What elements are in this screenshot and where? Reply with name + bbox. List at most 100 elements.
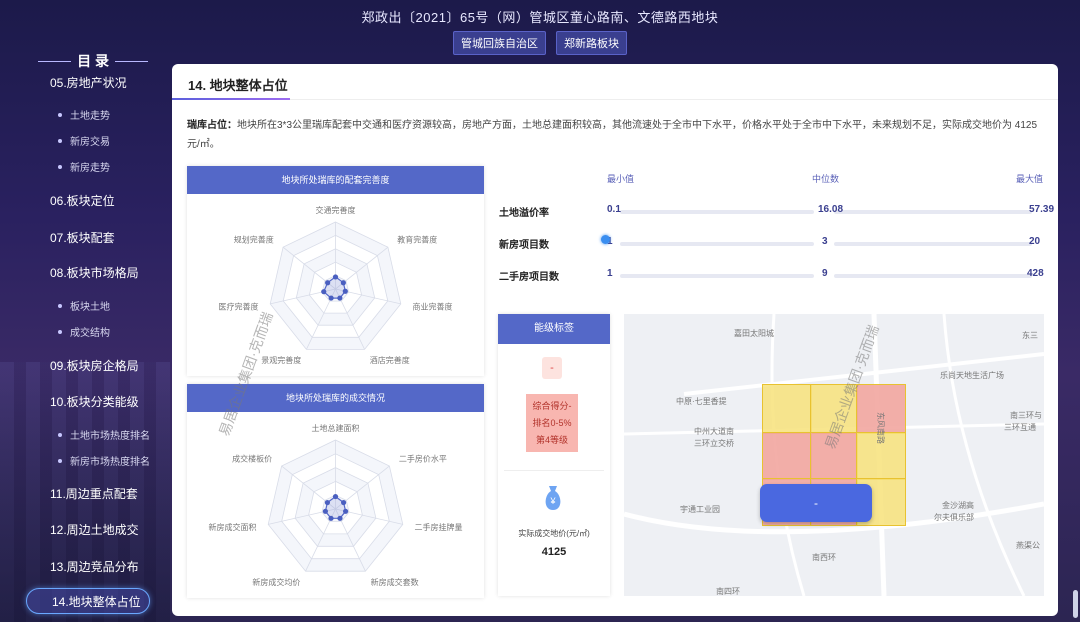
map-label: 南三环与 (1010, 411, 1042, 420)
card-divider (172, 99, 1058, 100)
scale-row-label: 土地溢价率 (499, 208, 549, 219)
district-tag[interactable]: 管城回族自治区 (453, 31, 546, 55)
badge-score-box: 综合得分- 排名0-5% 第4等级 (526, 394, 578, 452)
sector-tag[interactable]: 郑新路板块 (556, 31, 627, 55)
radar-axis-label: 二手房挂牌量 (414, 522, 462, 532)
radar-point[interactable] (337, 515, 343, 521)
map-label: 中原·七里香提 (676, 397, 727, 406)
sidebar-item[interactable]: 13.周边竞品分布 (50, 558, 139, 575)
scale-min-value: 0.1 (607, 204, 621, 215)
sidebar-item[interactable]: 08.板块市场格局 (50, 264, 139, 281)
sidebar-subitem-label: 新房交易 (70, 137, 110, 148)
scale-min-value: 1 (607, 268, 613, 279)
map-label: 乐尚天地生活广场 (940, 371, 1004, 380)
sidebar-subitem[interactable]: 土地市场热度排名 (58, 427, 150, 442)
scale-mid-value: 3 (822, 236, 828, 247)
land-price-label: 实际成交地价(元/㎡) (518, 529, 590, 538)
bullet-icon (58, 112, 62, 117)
map-zone[interactable] (762, 432, 812, 480)
sidebar-item[interactable]: 09.板块房企格局 (50, 357, 139, 374)
sidebar-item[interactable]: 07.板块配套 (50, 229, 115, 246)
radar-point[interactable] (325, 280, 331, 286)
sidebar-subitem[interactable]: 成交结构 (58, 324, 110, 339)
map-view[interactable]: 嘉田太阳城 中原·七里香提 中州大道南 三环立交桥 东风南路 东三 乐尚天地生活… (624, 314, 1044, 596)
svg-text:¥: ¥ (549, 496, 556, 506)
radar-point[interactable] (340, 280, 346, 286)
map-label: 尔夫俱乐部 (934, 513, 974, 522)
sidebar-subitem-label: 新房市场热度排名 (70, 457, 150, 468)
radar-point[interactable] (328, 295, 334, 301)
sidebar-item[interactable]: 10.板块分类能级 (50, 393, 139, 410)
sidebar-item[interactable]: 12.周边土地成交 (50, 521, 139, 538)
position-marker (601, 235, 610, 244)
radar-point[interactable] (342, 508, 349, 514)
sidebar-item-active[interactable]: 14.地块整体占位 (26, 588, 150, 614)
radar-point[interactable] (332, 274, 339, 280)
map-label: 三环互通 (1004, 423, 1036, 432)
toc-divider-right (114, 60, 149, 62)
toc-title: 目 录 (77, 53, 109, 69)
scale-max-value: 20 (1029, 236, 1041, 247)
sidebar-subitem-label: 板块土地 (70, 302, 110, 313)
sidebar-subitem[interactable]: 板块土地 (58, 298, 110, 313)
radar-axis-label: 交通完善度 (316, 205, 356, 215)
radar-point[interactable] (340, 499, 347, 506)
radar-panel-facilities: 地块所处瑞库的配套完善度 交通完善度 教育完善度 商业完善度 酒店完善度 景观完善度 医疗… (187, 166, 484, 376)
map-label: 南西环 (812, 553, 836, 562)
map-action-button[interactable]: - (760, 484, 872, 522)
sidebar-subitem[interactable]: 新房走势 (58, 159, 110, 174)
scale-min-label: 最小值 (607, 174, 635, 184)
map-label: 中州大道南 (694, 427, 734, 436)
scale-mid-value: 16.08 (818, 204, 844, 215)
radar-point[interactable] (332, 493, 339, 500)
radar-point[interactable] (337, 295, 343, 301)
radar-axis-label: 二手房价水平 (399, 453, 447, 463)
scale-track-left (620, 210, 814, 214)
description: 瑞库占位：地块所在3*3公里瑞库配套中交通和医疗资源较高，房地产方面，土地总建面… (187, 116, 1047, 154)
radar-axis-label: 新房成交套数 (371, 577, 419, 587)
toc-header: 目 录 (38, 51, 149, 71)
sidebar-subitem-label: 土地市场热度排名 (70, 431, 150, 442)
radar-point[interactable] (324, 499, 331, 506)
map-label: 东风南路 (876, 412, 885, 444)
scale-mid-label: 中位数 (812, 174, 840, 184)
scale-row-label: 二手房项目数 (499, 272, 559, 283)
scale-track-left (620, 242, 814, 246)
radar-axis-label: 规划完善度 (234, 235, 274, 245)
radar-axis-label: 新房成交均价 (252, 577, 300, 587)
main-card: 14. 地块整体占位 瑞库占位：地块所在3*3公里瑞库配套中交通和医疗资源较高，… (172, 64, 1058, 616)
radar-title-facilities: 地块所处瑞库的配套完善度 (187, 166, 484, 194)
description-text: 地块所在3*3公里瑞库配套中交通和医疗资源较高，房地产方面，土地总建面积较高，其… (187, 120, 1038, 150)
scale-row-label: 新房项目数 (499, 240, 549, 251)
sidebar-item[interactable]: 06.板块定位 (50, 192, 115, 209)
radar-axis-label: 成交楼板价 (232, 453, 272, 463)
bullet-icon (58, 164, 62, 169)
map-label: 三环立交桥 (694, 439, 734, 448)
sidebar-item[interactable]: 11.周边重点配套 (50, 485, 138, 502)
bullet-icon (58, 458, 62, 463)
toc-divider-left (38, 60, 72, 62)
map-zone[interactable] (762, 384, 812, 434)
sidebar-subitem[interactable]: 新房市场热度排名 (58, 453, 150, 468)
bullet-icon (58, 329, 62, 334)
map-label: 嘉田太阳城 (734, 329, 774, 338)
sidebar-subitem[interactable]: 新房交易 (58, 133, 110, 148)
sidebar-subitem[interactable]: 土地走势 (58, 107, 110, 122)
sidebar-item[interactable]: 05.房地产状况 (50, 74, 127, 91)
land-price-value: 4125 (541, 546, 567, 558)
scale-track-left (620, 274, 814, 278)
bullet-icon (58, 138, 62, 143)
radar-point[interactable] (322, 508, 329, 514)
scale-max-label: 最大值 (1016, 174, 1044, 184)
map-label: 燕渠公 (1016, 541, 1040, 550)
radar-point[interactable] (342, 288, 348, 294)
scrollbar[interactable] (1073, 590, 1078, 618)
radar-point[interactable] (321, 289, 327, 295)
badge-score-line-3: 第4等级 (535, 435, 568, 445)
radar-axis-label: 医疗完善度 (218, 302, 258, 312)
level-badge-panel: 能级标签 - 综合得分- 排名0-5% 第4等级 ¥ 实际成交地价(元/㎡) 4… (498, 314, 610, 596)
bullet-icon (58, 432, 62, 437)
badge-divider (504, 470, 604, 471)
radar-point[interactable] (328, 515, 334, 521)
radar-axis-label: 新房成交面积 (209, 522, 257, 532)
